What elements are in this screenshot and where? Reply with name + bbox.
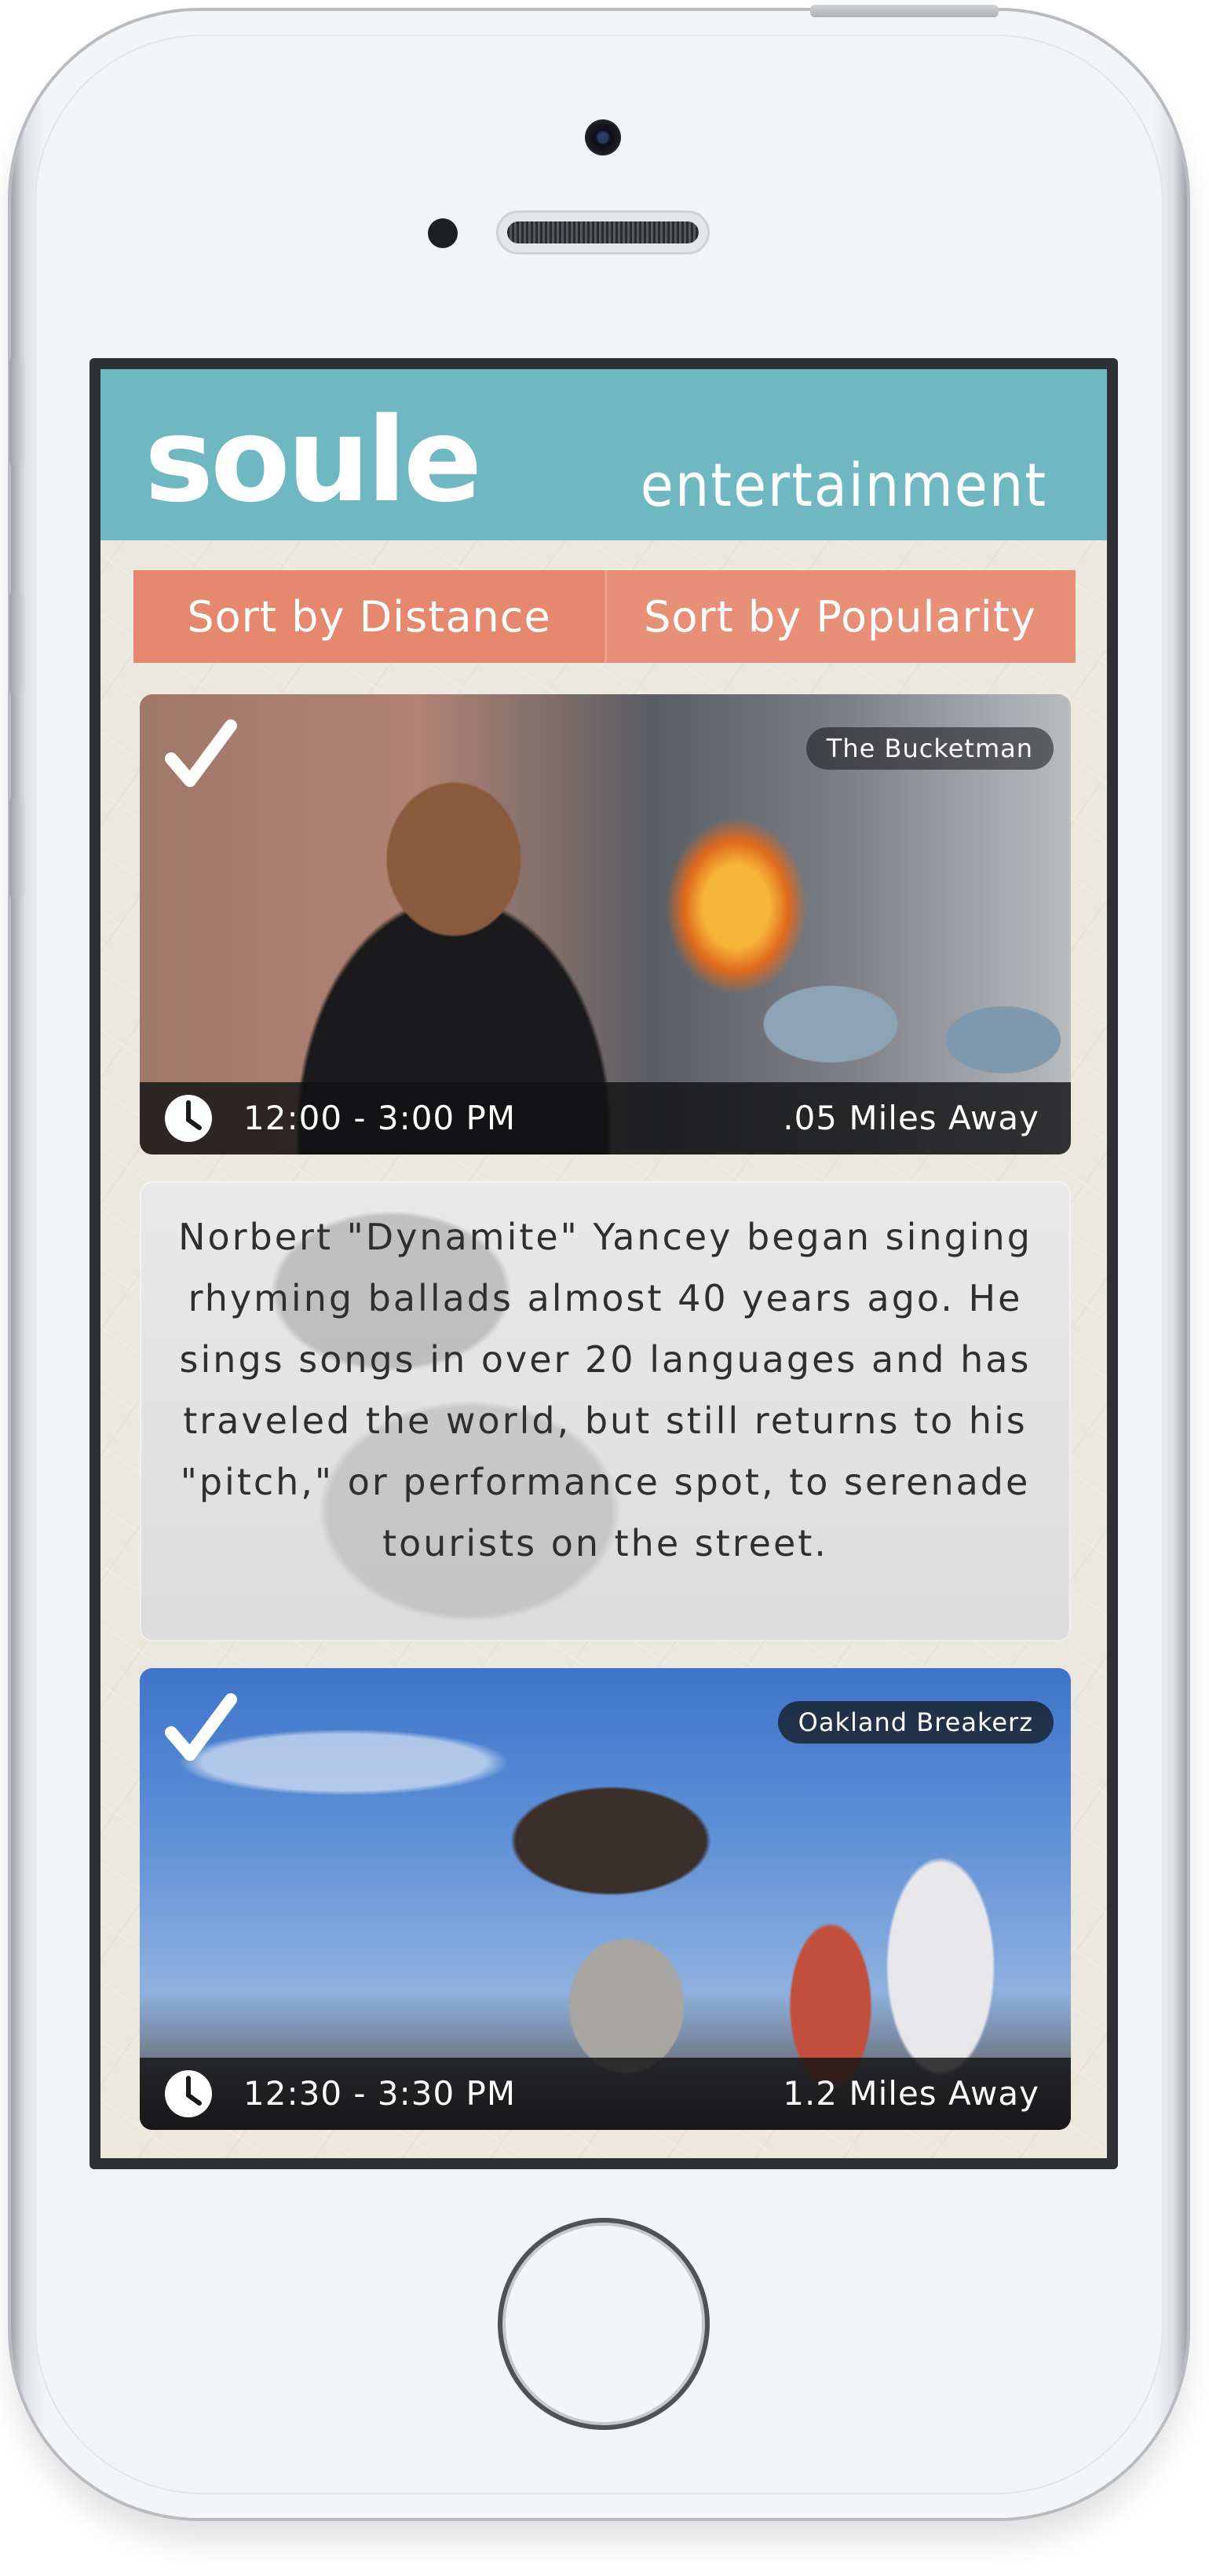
front-camera	[585, 119, 621, 156]
performance-time: 12:30 - 3:30 PM	[243, 2074, 517, 2113]
sort-bar: Sort by Distance Sort by Popularity	[133, 570, 1076, 663]
performer-description-card: Norbert "Dynamite" Yancey began singing …	[140, 1181, 1071, 1641]
performer-card[interactable]: The Bucketman 12:00 - 3:00 PM .05 Miles …	[140, 694, 1071, 1154]
performer-name: The Bucketman	[805, 727, 1054, 770]
earpiece-speaker	[496, 210, 710, 254]
performer-distance: .05 Miles Away	[783, 1099, 1039, 1137]
performer-info-bar: 12:30 - 3:30 PM 1.2 Miles Away	[140, 2058, 1071, 2130]
performer-info-bar: 12:00 - 3:00 PM .05 Miles Away	[140, 1082, 1071, 1154]
performer-name: Oakland Breakerz	[777, 1701, 1054, 1744]
mute-switch	[9, 357, 25, 467]
performer-description: Norbert "Dynamite" Yancey began singing …	[178, 1216, 1032, 1564]
check-icon[interactable]	[163, 1692, 239, 1767]
sort-by-popularity-button[interactable]: Sort by Popularity	[604, 570, 1076, 663]
clock-icon	[165, 1095, 212, 1142]
volume-down-button	[9, 796, 25, 898]
performance-time: 12:00 - 3:00 PM	[243, 1099, 517, 1137]
performer-distance: 1.2 Miles Away	[783, 2074, 1039, 2113]
check-icon[interactable]	[163, 718, 239, 793]
home-button[interactable]	[498, 2218, 710, 2430]
clock-icon	[165, 2070, 212, 2117]
performer-card[interactable]: Oakland Breakerz 12:30 - 3:30 PM 1.2 Mil…	[140, 1668, 1071, 2130]
sort-by-distance-button[interactable]: Sort by Distance	[133, 570, 604, 663]
proximity-sensor	[428, 218, 458, 248]
app-screen: soule entertainment Sort by Distance Sor…	[100, 369, 1107, 2158]
volume-up-button	[9, 592, 25, 694]
power-button	[810, 5, 999, 17]
app-logo: soule	[144, 393, 482, 528]
section-title: entertainment	[640, 450, 1047, 520]
app-header: soule entertainment	[100, 369, 1107, 540]
